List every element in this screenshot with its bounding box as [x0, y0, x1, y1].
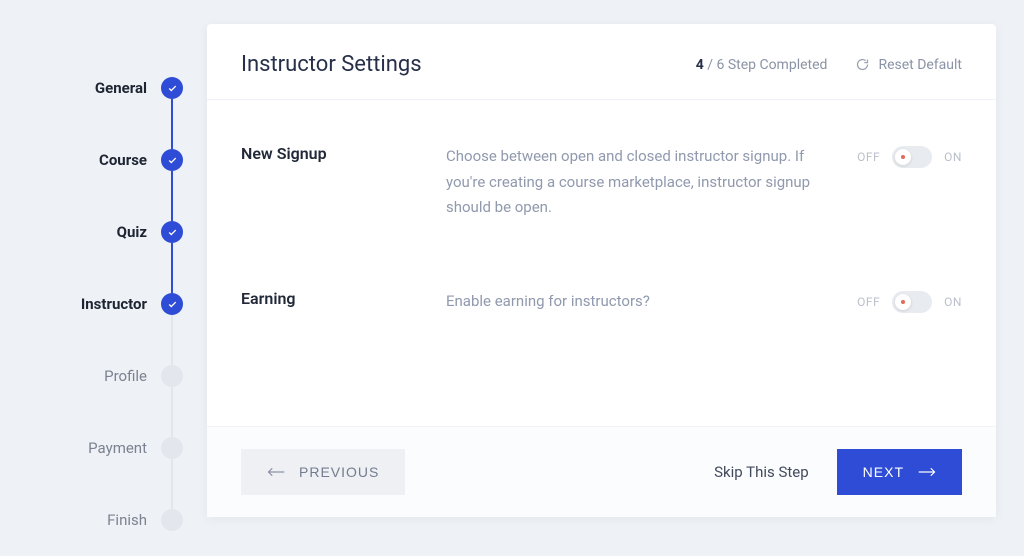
step-course[interactable]: Course: [18, 124, 183, 196]
step-label: Instructor: [81, 295, 147, 313]
step-dot-icon: [161, 509, 183, 531]
reset-default-button[interactable]: Reset Default: [855, 57, 962, 73]
setting-new-signup: New Signup Choose between open and close…: [241, 110, 962, 255]
step-finish[interactable]: Finish: [18, 484, 183, 556]
step-label: Course: [99, 151, 147, 169]
footer-right: Skip This Step NEXT: [714, 449, 962, 495]
step-connector: [171, 459, 173, 509]
card-body: New Signup Choose between open and close…: [207, 100, 996, 426]
arrow-left-icon: [267, 465, 285, 479]
step-label: Finish: [107, 511, 147, 529]
step-instructor[interactable]: Instructor: [18, 268, 183, 340]
next-button[interactable]: NEXT: [837, 449, 962, 495]
skip-step-link[interactable]: Skip This Step: [714, 463, 809, 481]
setting-name: Earning: [241, 289, 446, 308]
step-dot-icon: [161, 437, 183, 459]
step-label: General: [95, 79, 147, 97]
toggle-off-label: OFF: [857, 295, 880, 309]
progress-total: / 6 Step Completed: [704, 57, 828, 73]
step-connector: [171, 171, 173, 221]
progress-text: 4 / 6 Step Completed: [696, 57, 828, 73]
toggle-knob: [895, 149, 911, 165]
card-header: Instructor Settings 4 / 6 Step Completed…: [207, 24, 996, 100]
toggle-group: OFF ON: [857, 144, 962, 168]
step-label: Quiz: [117, 223, 147, 241]
step-label: Profile: [104, 367, 147, 385]
next-label: NEXT: [863, 464, 904, 480]
step-quiz[interactable]: Quiz: [18, 196, 183, 268]
setting-earning: Earning Enable earning for instructors? …: [241, 255, 962, 349]
step-connector: [171, 99, 173, 149]
arrow-right-icon: [918, 465, 936, 479]
toggle-on-label: ON: [944, 150, 962, 164]
step-profile[interactable]: Profile: [18, 340, 183, 412]
header-right: 4 / 6 Step Completed Reset Default: [696, 57, 962, 73]
new-signup-toggle[interactable]: [892, 146, 932, 168]
step-connector: [171, 315, 173, 365]
check-icon: [161, 149, 183, 171]
step-general[interactable]: General: [18, 52, 183, 124]
step-label: Payment: [88, 439, 147, 457]
refresh-icon: [855, 57, 870, 72]
toggle-group: OFF ON: [857, 289, 962, 313]
toggle-on-label: ON: [944, 295, 962, 309]
step-connector: [171, 243, 173, 293]
setting-desc: Enable earning for instructors?: [446, 289, 857, 315]
step-dot-icon: [161, 365, 183, 387]
page-title: Instructor Settings: [241, 52, 422, 77]
toggle-off-label: OFF: [857, 150, 880, 164]
earning-toggle[interactable]: [892, 291, 932, 313]
check-icon: [161, 221, 183, 243]
card-footer: PREVIOUS Skip This Step NEXT: [207, 426, 996, 517]
progress-current: 4: [696, 57, 704, 73]
toggle-knob: [895, 294, 911, 310]
previous-label: PREVIOUS: [299, 464, 379, 480]
previous-button[interactable]: PREVIOUS: [241, 449, 405, 495]
step-connector: [171, 387, 173, 437]
settings-card: Instructor Settings 4 / 6 Step Completed…: [207, 24, 996, 517]
setting-desc: Choose between open and closed instructo…: [446, 144, 857, 221]
reset-label: Reset Default: [878, 57, 962, 73]
setup-stepper: General Course Quiz Instructor: [18, 24, 183, 517]
check-icon: [161, 77, 183, 99]
app-root: General Course Quiz Instructor: [0, 0, 1024, 541]
step-payment[interactable]: Payment: [18, 412, 183, 484]
check-icon: [161, 293, 183, 315]
setting-name: New Signup: [241, 144, 446, 163]
